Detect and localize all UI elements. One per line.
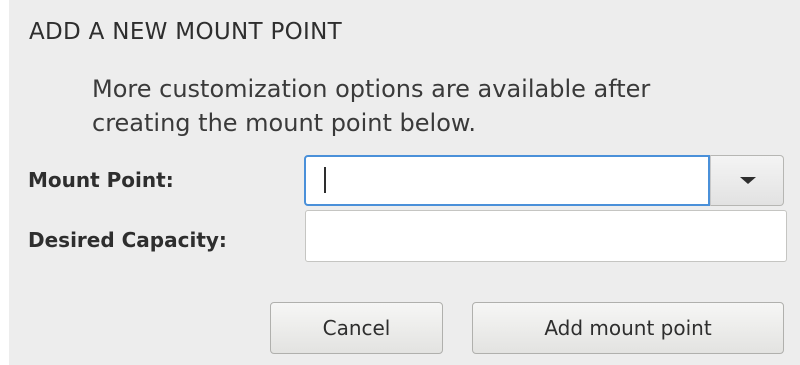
- add-mount-point-dialog: ADD A NEW MOUNT POINT More customization…: [9, 0, 800, 365]
- cancel-button[interactable]: Cancel: [270, 302, 443, 354]
- mount-point-combobox[interactable]: [304, 155, 790, 206]
- mount-point-label: Mount Point:: [28, 168, 174, 192]
- mount-point-dropdown-button[interactable]: [710, 155, 784, 206]
- mount-point-input[interactable]: [304, 155, 710, 206]
- chevron-down-icon: [740, 177, 756, 184]
- desired-capacity-label: Desired Capacity:: [28, 228, 227, 252]
- text-cursor: [324, 167, 326, 193]
- dialog-description: More customization options are available…: [92, 75, 651, 137]
- desired-capacity-input[interactable]: [305, 210, 787, 262]
- add-mount-point-button[interactable]: Add mount point: [472, 302, 784, 354]
- dialog-title: ADD A NEW MOUNT POINT: [29, 19, 342, 45]
